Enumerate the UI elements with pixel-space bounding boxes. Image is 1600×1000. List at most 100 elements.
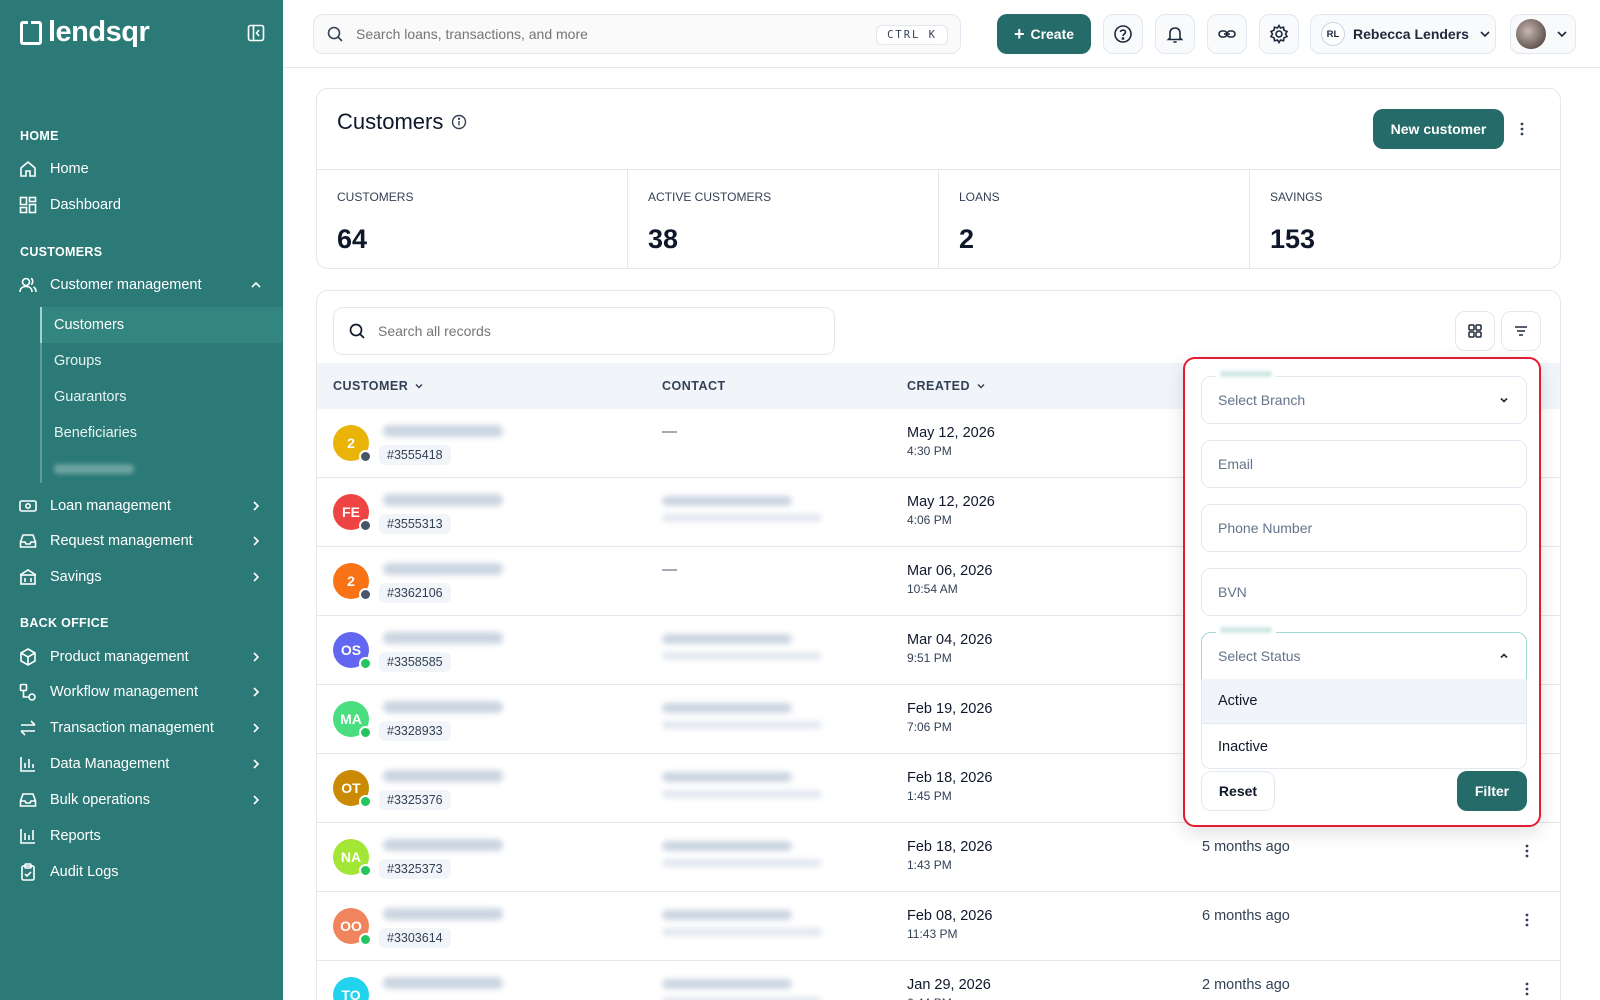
global-search[interactable]: CTRL K: [313, 14, 961, 54]
sidebar-subitem-groups[interactable]: Groups: [40, 343, 283, 379]
section-back-office: BACK OFFICE: [20, 616, 109, 630]
customer-avatar: OT: [333, 770, 372, 808]
more-options-button[interactable]: [1512, 119, 1532, 139]
reset-button[interactable]: Reset: [1201, 771, 1275, 811]
chevron-down-icon: [1480, 31, 1490, 38]
table-search-input[interactable]: [378, 323, 778, 339]
table-row[interactable]: TO Jan 29, 2026 6:44 PM 2 months ago: [317, 961, 1560, 1000]
sidebar-item-audit-logs[interactable]: Audit Logs: [0, 855, 283, 889]
sidebar-item-dashboard[interactable]: Dashboard: [0, 188, 283, 222]
search-icon: [327, 26, 343, 42]
sidebar-item-customer-management[interactable]: Customer management: [0, 268, 283, 302]
avatar-initials: 2: [347, 435, 355, 451]
logo-icon: [20, 20, 42, 45]
sidebar-item-workflow-management[interactable]: Workflow management: [0, 675, 283, 709]
customer-name-redacted: [383, 977, 503, 989]
row-menu-button[interactable]: [1517, 979, 1537, 999]
inbox-icon: [19, 534, 37, 548]
sidebar-subitem-guarantors[interactable]: Guarantors: [40, 379, 283, 415]
created-time: 9:51 PM: [907, 651, 952, 665]
status-option-active[interactable]: Active: [1202, 679, 1526, 724]
brand-logo[interactable]: lendsqr: [20, 16, 150, 49]
notifications-button[interactable]: [1155, 14, 1195, 54]
sidebar-subitem-beneficiaries[interactable]: Beneficiaries: [40, 415, 283, 451]
created-date: Mar 06, 2026: [907, 563, 993, 579]
chevron-right-icon: [253, 723, 260, 733]
chart-icon: [20, 757, 35, 772]
settings-button[interactable]: [1259, 14, 1299, 54]
sidebar-item-savings[interactable]: Savings: [0, 560, 283, 594]
user-menu[interactable]: RL Rebecca Lenders: [1310, 14, 1496, 54]
table-row[interactable]: NA #3325373 Feb 18, 2026 1:43 PM 5 months ag…: [317, 823, 1560, 892]
grid-view-button[interactable]: [1455, 311, 1495, 351]
status-option-inactive[interactable]: Inactive: [1202, 724, 1526, 769]
sidebar-subitem-customers[interactable]: Customers: [40, 307, 283, 343]
sidebar-item-loan-management[interactable]: Loan management: [0, 489, 283, 523]
sidebar-item-home[interactable]: Home: [0, 152, 283, 186]
chevron-up-icon: [1500, 653, 1508, 659]
chevron-right-icon: [253, 759, 260, 769]
status-select[interactable]: Select Status: [1201, 625, 1527, 680]
filter-toggle-button[interactable]: [1501, 311, 1541, 351]
sidebar-subitem-blurred[interactable]: [40, 451, 283, 487]
avatar-initials: 2: [347, 573, 355, 589]
sidebar-collapse-icon[interactable]: [247, 24, 265, 42]
status-dot: [359, 450, 372, 463]
user-initials: RL: [1321, 22, 1345, 46]
link-button[interactable]: [1207, 14, 1247, 54]
created-date: Mar 04, 2026: [907, 632, 993, 648]
customer-id-badge: #3555313: [379, 514, 451, 534]
row-menu-button[interactable]: [1517, 841, 1537, 861]
create-button[interactable]: + Create: [997, 14, 1091, 54]
customer-name-redacted: [383, 770, 503, 782]
column-header-created[interactable]: CREATED: [907, 379, 986, 393]
row-menu-button[interactable]: [1517, 910, 1537, 930]
sidebar-item-product-management[interactable]: Product management: [0, 640, 283, 674]
column-header-customer[interactable]: CUSTOMER: [333, 379, 424, 393]
sidebar-item-label: Home: [50, 161, 89, 177]
bvn-field[interactable]: BVN: [1201, 568, 1527, 616]
stat-label: ACTIVE CUSTOMERS: [648, 190, 772, 204]
branch-select-placeholder: Select Branch: [1218, 392, 1306, 408]
contact-email-redacted: [662, 928, 822, 936]
contact-empty: —: [662, 561, 677, 578]
help-button[interactable]: [1103, 14, 1143, 54]
sidebar-item-request-management[interactable]: Request management: [0, 524, 283, 558]
sidebar-item-label: Loan management: [50, 498, 171, 514]
table-row[interactable]: OO #3303614 Feb 08, 2026 11:43 PM 6 months a…: [317, 892, 1560, 961]
grid-icon: [1468, 324, 1482, 338]
reports-icon: [20, 829, 35, 844]
created-time: 1:45 PM: [907, 789, 952, 803]
avatar-initials: TO: [341, 987, 361, 1000]
customer-name-redacted: [383, 563, 503, 575]
table-search[interactable]: [333, 307, 835, 355]
sidebar-item-reports[interactable]: Reports: [0, 819, 283, 853]
info-icon[interactable]: [451, 114, 467, 130]
help-icon: [1114, 25, 1132, 43]
sidebar-item-bulk-operations[interactable]: Bulk operations: [0, 783, 283, 817]
column-header-contact[interactable]: CONTACT: [662, 379, 726, 393]
new-customer-button[interactable]: New customer: [1373, 109, 1504, 149]
filter-button[interactable]: Filter: [1457, 771, 1527, 811]
status-dropdown: Active Inactive: [1201, 679, 1527, 769]
sidebar-item-data-management[interactable]: Data Management: [0, 747, 283, 781]
branch-select[interactable]: Select Branch: [1201, 369, 1527, 424]
sidebar: lendsqr HOME Home Dashboard CUSTOMERS Cu…: [0, 0, 283, 1000]
phone-number-field[interactable]: Phone Number: [1201, 504, 1527, 552]
kebab-icon: [1520, 122, 1524, 136]
created-time: 7:06 PM: [907, 720, 952, 734]
users-icon: [19, 277, 37, 293]
section-home: HOME: [20, 129, 59, 143]
contact-phone-redacted: [662, 496, 792, 506]
customer-avatar: OS: [333, 632, 372, 670]
contact-phone-redacted: [662, 634, 792, 644]
link-icon: [1218, 30, 1236, 38]
global-search-input[interactable]: [356, 26, 856, 42]
sidebar-item-transaction-management[interactable]: Transaction management: [0, 711, 283, 745]
kebab-icon: [1525, 982, 1529, 996]
email-field[interactable]: Email: [1201, 440, 1527, 488]
customer-id-badge: #3358585: [379, 652, 451, 672]
status-dot: [359, 933, 372, 946]
profile-menu[interactable]: [1510, 14, 1576, 54]
box-icon: [20, 648, 36, 666]
